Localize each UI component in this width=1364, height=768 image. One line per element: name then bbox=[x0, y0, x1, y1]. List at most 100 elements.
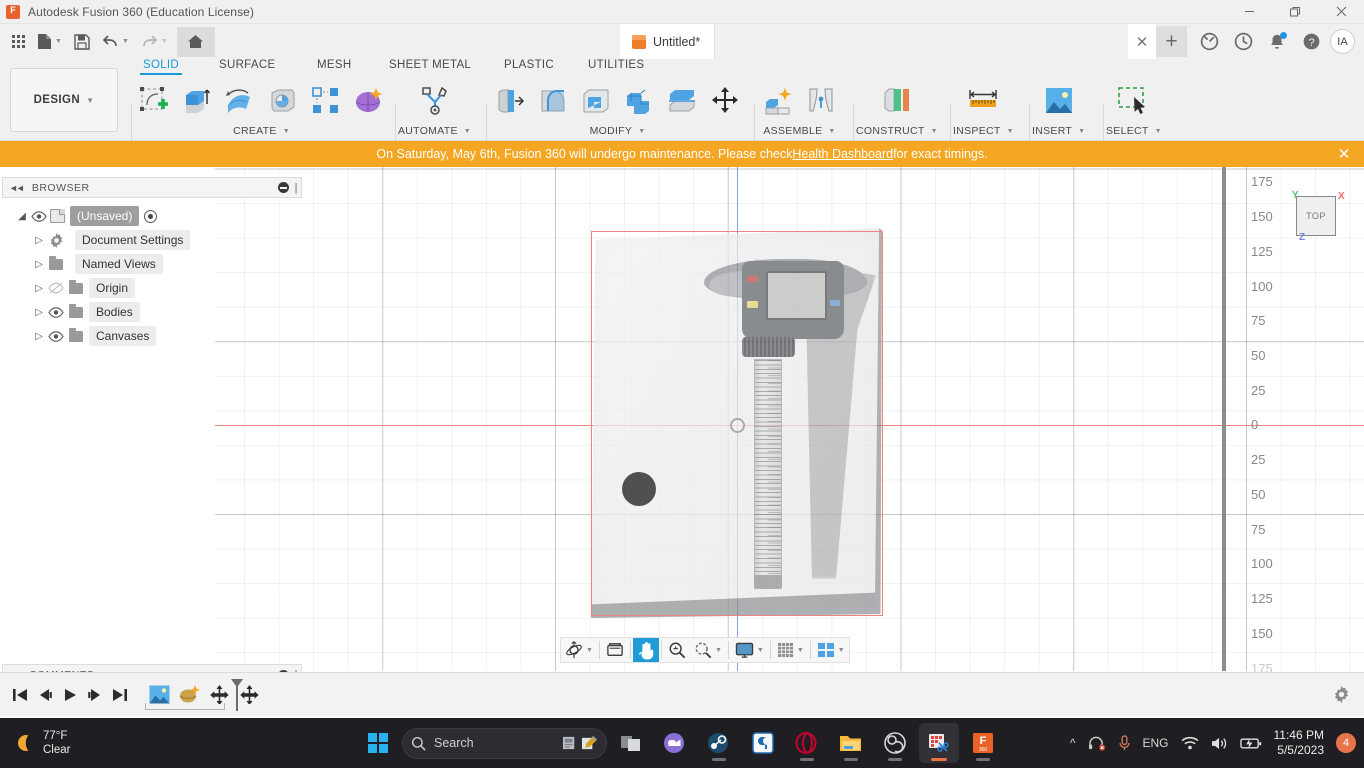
close-button[interactable] bbox=[1318, 0, 1364, 24]
taskbar-app-steam[interactable] bbox=[699, 723, 739, 763]
volume-icon[interactable] bbox=[1211, 736, 1228, 751]
start-button[interactable] bbox=[358, 723, 398, 763]
timeline-to-beginning-button[interactable] bbox=[7, 680, 32, 710]
expander-icon[interactable]: ◢ bbox=[16, 211, 28, 222]
fillet-tool[interactable] bbox=[532, 80, 574, 122]
move-copy-tool[interactable] bbox=[704, 80, 746, 122]
taskbar-app-discord[interactable] bbox=[655, 723, 695, 763]
new-file-button[interactable]: ▼ bbox=[31, 27, 68, 57]
taskbar-search[interactable]: Search bbox=[402, 727, 607, 759]
chevron-down-icon[interactable]: ▼ bbox=[161, 38, 168, 45]
document-tab[interactable]: Untitled* bbox=[620, 24, 716, 59]
job-status-icon[interactable] bbox=[1194, 27, 1224, 57]
notification-count-badge[interactable]: 4 bbox=[1336, 733, 1356, 753]
chevron-down-icon[interactable]: ▼ bbox=[464, 128, 471, 135]
undo-button[interactable]: ▼ bbox=[96, 27, 135, 57]
expander-icon[interactable]: ▷ bbox=[33, 283, 45, 294]
chevron-down-icon[interactable]: ▼ bbox=[931, 128, 938, 135]
insert-canvas-tool[interactable] bbox=[1038, 80, 1080, 122]
new-document-tab-button[interactable]: + bbox=[1156, 26, 1187, 57]
timeline-feature-move[interactable] bbox=[209, 684, 231, 705]
fit-button[interactable]: ▼ bbox=[690, 638, 726, 662]
activate-component-radio[interactable] bbox=[144, 209, 158, 223]
taskbar-app-fusion-360[interactable]: F 360 bbox=[963, 723, 1003, 763]
language-indicator[interactable]: ENG bbox=[1143, 736, 1169, 750]
taskbar-app-obs[interactable] bbox=[875, 723, 915, 763]
create-sketch-tool[interactable] bbox=[133, 80, 175, 122]
tree-item-document-settings[interactable]: ▷ Document Settings bbox=[0, 228, 214, 252]
taskbar-app-task-view[interactable] bbox=[611, 723, 651, 763]
banner-close-button[interactable]: ✕ bbox=[1334, 141, 1354, 167]
tab-solid[interactable]: SOLID bbox=[139, 59, 183, 75]
tree-item-unsaved[interactable]: ◢ (Unsaved) bbox=[0, 204, 214, 228]
expander-icon[interactable]: ▷ bbox=[33, 235, 45, 246]
chevron-down-icon[interactable]: ▼ bbox=[1007, 128, 1014, 135]
home-button[interactable] bbox=[176, 26, 215, 57]
taskbar-app-opera-gx[interactable] bbox=[787, 723, 827, 763]
headset-muted-icon[interactable] bbox=[1088, 736, 1106, 751]
timeline-step-back-button[interactable] bbox=[32, 680, 57, 710]
extrude-tool[interactable] bbox=[176, 80, 218, 122]
maximize-button[interactable] bbox=[1272, 0, 1318, 24]
notifications-bell-icon[interactable] bbox=[1262, 27, 1292, 57]
revolve-tool[interactable] bbox=[219, 80, 261, 122]
health-dashboard-link[interactable]: Health Dashboard bbox=[792, 147, 893, 161]
display-settings-button[interactable]: ▼ bbox=[731, 638, 768, 662]
collapse-browser-icon[interactable]: ◄◄ bbox=[9, 183, 25, 193]
tree-item-origin[interactable]: ▷ Origin bbox=[0, 276, 214, 300]
weather-widget[interactable]: 77°F Clear bbox=[18, 729, 70, 757]
minimize-button[interactable] bbox=[1226, 0, 1272, 24]
chevron-down-icon[interactable]: ▼ bbox=[586, 647, 593, 654]
tree-item-named-views[interactable]: ▷ Named Views bbox=[0, 252, 214, 276]
visibility-eye-icon[interactable] bbox=[45, 306, 67, 318]
tab-plastic[interactable]: PLASTIC bbox=[504, 59, 554, 71]
tab-sheet-metal[interactable]: SHEET METAL bbox=[389, 59, 471, 71]
pan-button[interactable] bbox=[632, 638, 659, 662]
timeline-playhead-marker[interactable] bbox=[230, 679, 243, 711]
offset-plane-tool[interactable] bbox=[876, 80, 918, 122]
chevron-down-icon[interactable]: ▼ bbox=[1078, 128, 1085, 135]
timeline-to-end-button[interactable] bbox=[107, 680, 132, 710]
visibility-eye-icon[interactable] bbox=[45, 330, 67, 342]
timeline-step-forward-button[interactable] bbox=[82, 680, 107, 710]
combine-tool[interactable] bbox=[618, 80, 660, 122]
look-at-button[interactable] bbox=[602, 638, 628, 662]
redo-button[interactable]: ▼ bbox=[135, 27, 174, 57]
app-grid-icon[interactable] bbox=[6, 27, 31, 57]
tree-item-bodies[interactable]: ▷ Bodies bbox=[0, 300, 214, 324]
tray-expand-chevron[interactable]: ^ bbox=[1070, 736, 1076, 750]
viewports-button[interactable]: ▼ bbox=[813, 638, 849, 662]
visibility-eye-off-icon[interactable] bbox=[45, 282, 67, 294]
create-form-tool[interactable] bbox=[348, 80, 390, 122]
help-icon[interactable]: ? bbox=[1296, 27, 1326, 57]
split-body-tool[interactable] bbox=[661, 80, 703, 122]
chevron-down-icon[interactable]: ▼ bbox=[1155, 128, 1162, 135]
save-button[interactable] bbox=[68, 27, 96, 57]
chevron-down-icon[interactable]: ▼ bbox=[838, 647, 845, 654]
timeline-settings-button[interactable] bbox=[1333, 686, 1350, 703]
collapse-all-icon[interactable] bbox=[278, 182, 290, 193]
chevron-down-icon[interactable]: ▼ bbox=[122, 38, 129, 45]
orbit-button[interactable]: ▼ bbox=[561, 638, 597, 662]
view-cube[interactable]: TOP bbox=[1296, 196, 1336, 236]
origin-point[interactable] bbox=[730, 418, 745, 433]
pattern-tool[interactable] bbox=[305, 80, 347, 122]
chevron-down-icon[interactable]: ▼ bbox=[757, 647, 764, 654]
expander-icon[interactable]: ▷ bbox=[33, 307, 45, 318]
microphone-icon[interactable] bbox=[1118, 735, 1131, 751]
select-tool[interactable] bbox=[1113, 80, 1155, 122]
wifi-icon[interactable] bbox=[1181, 736, 1199, 750]
panel-resize-grip[interactable]: || bbox=[294, 182, 297, 194]
expander-icon[interactable]: ▷ bbox=[33, 259, 45, 270]
document-tab-close[interactable]: ✕ bbox=[1128, 24, 1156, 59]
grid-snaps-button[interactable]: ▼ bbox=[773, 638, 808, 662]
shell-tool[interactable] bbox=[575, 80, 617, 122]
taskbar-app-file-explorer[interactable] bbox=[831, 723, 871, 763]
taskbar-clock[interactable]: 11:46 PM 5/5/2023 bbox=[1274, 728, 1324, 758]
viewport[interactable] bbox=[215, 167, 1364, 671]
timeline-play-button[interactable] bbox=[57, 680, 82, 710]
zoom-button[interactable] bbox=[664, 638, 690, 662]
measure-tool[interactable] bbox=[962, 80, 1004, 122]
chevron-down-icon[interactable]: ▼ bbox=[828, 128, 835, 135]
tab-surface[interactable]: SURFACE bbox=[219, 59, 275, 71]
